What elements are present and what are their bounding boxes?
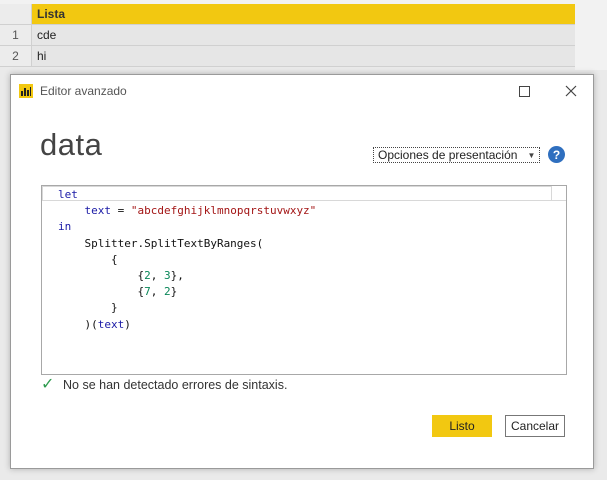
syntax-status: ✓ No se han detectado errores de sintaxi… — [41, 376, 288, 393]
help-icon[interactable]: ? — [548, 146, 565, 163]
code-line: { — [58, 252, 118, 266]
maximize-icon — [518, 85, 530, 97]
status-text: No se han detectado errores de sintaxis. — [63, 378, 288, 392]
advanced-editor-dialog: Editor avanzado data Opciones de present… — [10, 74, 594, 469]
title-bar[interactable]: Editor avanzado — [11, 75, 593, 107]
right-panel — [575, 0, 607, 70]
row-index: 2 — [0, 46, 32, 67]
done-button[interactable]: Listo — [432, 415, 492, 437]
code-line: let — [58, 188, 78, 201]
close-button[interactable] — [558, 81, 584, 101]
code-editor[interactable]: let text = "abcdefghijklmnopqrstuvwxyz" i… — [41, 185, 567, 375]
table-row[interactable]: 2 hi — [0, 46, 575, 67]
query-name-heading: data — [40, 127, 103, 162]
chevron-down-icon: ▼ — [527, 150, 536, 160]
code-line: } — [58, 301, 118, 315]
code-line: )(text) — [58, 317, 131, 331]
row-index: 1 — [0, 25, 32, 46]
display-options-dropdown[interactable]: Opciones de presentación ▼ — [373, 147, 541, 163]
table-header-row: Lista — [0, 4, 575, 25]
code-line: text = "abcdefghijklmnopqrstuvwxyz" — [84, 204, 317, 218]
code-line: {2, 3}, — [58, 268, 184, 282]
cancel-button[interactable]: Cancelar — [505, 415, 565, 437]
code-line: {7, 2} — [58, 285, 178, 299]
code-line: in — [58, 220, 72, 234]
code-text[interactable]: let text = "abcdefghijklmnopqrstuvwxyz" i… — [58, 187, 316, 333]
table-row[interactable]: 1 cde — [0, 25, 575, 46]
table-cell[interactable]: hi — [32, 46, 575, 67]
display-options-label: Opciones de presentación — [378, 148, 518, 162]
dialog-title: Editor avanzado — [40, 84, 127, 98]
power-bi-icon — [19, 84, 33, 98]
maximize-button[interactable] — [511, 81, 537, 101]
table-corner — [0, 4, 32, 25]
close-icon — [565, 85, 577, 97]
table-cell[interactable]: cde — [32, 25, 575, 46]
code-line: Splitter.SplitTextByRanges( — [58, 236, 264, 250]
checkmark-icon: ✓ — [41, 376, 55, 393]
column-header-lista[interactable]: Lista — [32, 4, 575, 25]
editor-scroll-corner — [551, 186, 566, 201]
